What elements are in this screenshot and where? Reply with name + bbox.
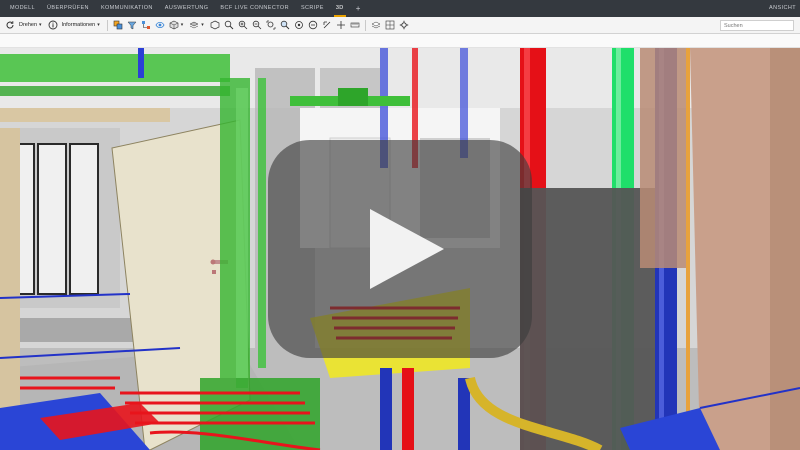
tab-modell[interactable]: MODELL [4,0,41,17]
settings-icon[interactable] [399,20,409,30]
grid-icon[interactable] [385,20,395,30]
tab-3d[interactable]: 3D [330,0,350,17]
toolbar-divider [364,19,366,31]
search-input[interactable] [720,20,794,31]
chevron-down-icon[interactable]: ▾ [181,22,184,28]
zoom-in-icon[interactable] [238,20,248,30]
zoom-selection-icon[interactable] [280,20,290,30]
play-icon [370,209,444,289]
rotate-icon [5,20,15,30]
tab-ueberpruefen[interactable]: ÜBERPRÜFEN [41,0,95,17]
section-box-icon[interactable] [210,20,220,30]
tab-bcf-live-connector[interactable]: BCF LIVE CONNECTOR [214,0,295,17]
zoom-extents-icon[interactable] [266,20,276,30]
model-tree-icon[interactable] [141,20,151,30]
rotate-tool[interactable]: Drehen ▾ [3,17,46,34]
tab-scripe[interactable]: SCRIPE [295,0,330,17]
zoom-icon[interactable] [224,20,234,30]
toolbar: Drehen ▾ Informationen ▾ ▾ ▾ [0,17,800,34]
view-cube-icon[interactable] [169,20,179,30]
walk-icon[interactable] [322,20,332,30]
3d-viewport[interactable] [0,48,800,450]
measure-icon[interactable] [350,20,360,30]
add-tab-button[interactable]: + [350,0,367,17]
info-label: Informationen [61,22,96,28]
secondary-bar [0,34,800,48]
top-navigation: MODELL ÜBERPRÜFEN KOMMUNIKATION AUSWERTU… [0,0,800,17]
section-plane-icon[interactable] [189,20,199,30]
view-menu[interactable]: ANSICHT [769,0,796,17]
filter-icon[interactable] [127,20,137,30]
camera-icon[interactable] [308,20,318,30]
clash-icon[interactable] [113,20,123,30]
chevron-down-icon: ▾ [97,22,100,28]
app-window: MODELL ÜBERPRÜFEN KOMMUNIKATION AUSWERTU… [0,0,800,450]
zoom-out-icon[interactable] [252,20,262,30]
home-view-icon[interactable] [294,20,304,30]
tab-auswertung[interactable]: AUSWERTUNG [159,0,215,17]
visibility-icon[interactable] [155,20,165,30]
chevron-down-icon: ▾ [39,22,42,28]
info-icon [48,20,58,30]
chevron-down-icon[interactable]: ▾ [201,22,204,28]
layers-icon[interactable] [371,20,381,30]
toolbar-divider [106,19,108,31]
fly-icon[interactable] [336,20,346,30]
video-play-button[interactable] [268,140,532,358]
tab-kommunikation[interactable]: KOMMUNIKATION [95,0,159,17]
rotate-label: Drehen [19,22,38,28]
info-tool[interactable]: Informationen ▾ [46,17,104,34]
